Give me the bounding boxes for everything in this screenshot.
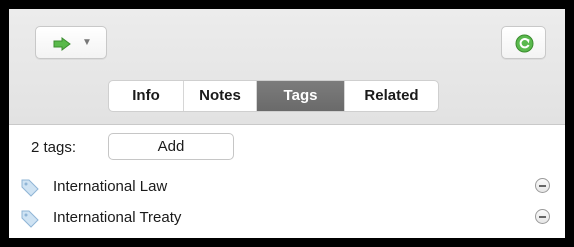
item-tabs: Info Notes Tags Related [108, 80, 439, 112]
tab-notes[interactable]: Notes [184, 81, 257, 111]
sync-button[interactable] [501, 26, 546, 59]
tag-row[interactable]: International Law [9, 174, 565, 200]
tag-label[interactable]: International Law [53, 178, 167, 195]
remove-tag-icon[interactable] [535, 178, 550, 193]
tab-info[interactable]: Info [109, 81, 184, 111]
green-arrow-right-icon [53, 37, 71, 51]
locate-menu-button[interactable]: ▼ [35, 26, 107, 59]
add-tag-button[interactable]: Add [108, 133, 234, 160]
tag-row[interactable]: International Treaty [9, 205, 565, 231]
tag-label[interactable]: International Treaty [53, 209, 181, 226]
item-toolbar: ▼ Info Notes Tags Related [9, 9, 565, 125]
item-pane: ▼ Info Notes Tags Related 2 tags: Add In… [9, 9, 565, 238]
tab-related[interactable]: Related [345, 81, 438, 111]
remove-tag-icon[interactable] [535, 209, 550, 224]
tag-icon [21, 210, 39, 228]
tag-icon [21, 179, 39, 197]
chevron-down-icon: ▼ [82, 37, 92, 48]
tags-count-label: 2 tags: [31, 139, 77, 156]
tab-tags[interactable]: Tags [257, 81, 345, 111]
green-sync-icon [515, 34, 534, 53]
